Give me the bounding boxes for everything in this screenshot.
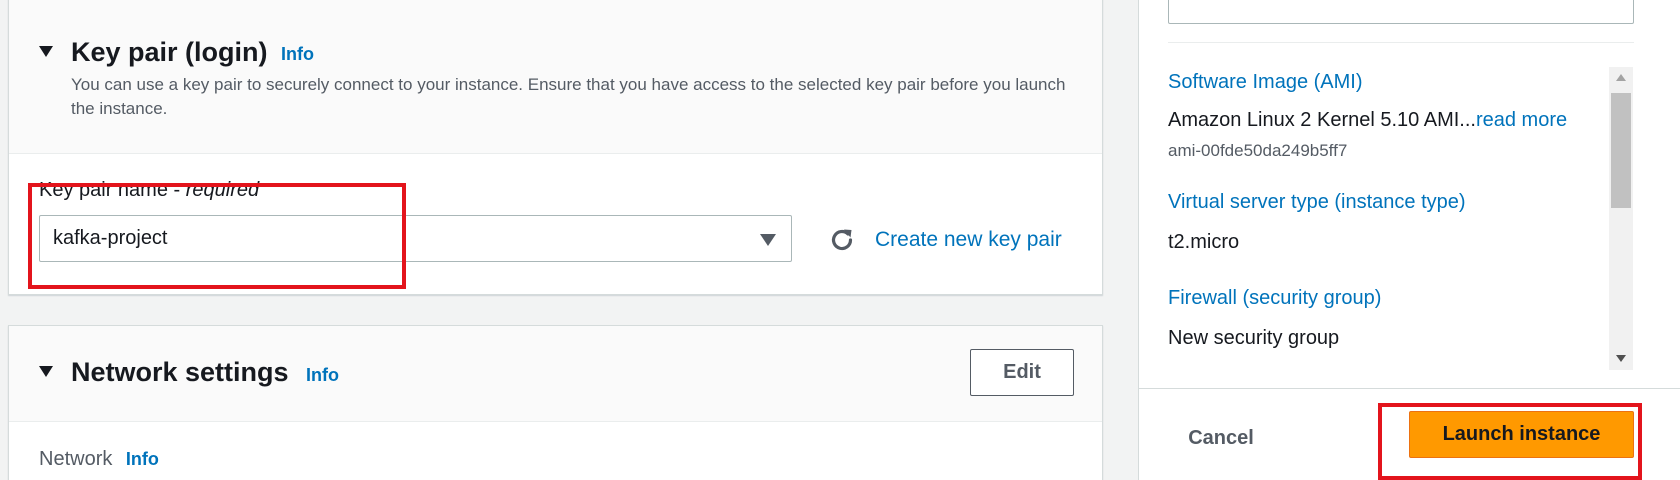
instance-type-value: t2.micro bbox=[1168, 231, 1240, 253]
network-settings-header: Network settings Info Edit bbox=[9, 326, 1102, 422]
key-pair-select[interactable]: kafka-project bbox=[39, 215, 792, 262]
key-pair-name-label-text: Key pair name - bbox=[39, 179, 186, 201]
number-of-instances-input[interactable] bbox=[1168, 0, 1634, 24]
scrollbar-thumb[interactable] bbox=[1611, 93, 1631, 208]
launch-instance-button[interactable]: Launch instance bbox=[1409, 411, 1634, 458]
network-settings-panel: Network settings Info Edit Network Info bbox=[8, 325, 1103, 480]
key-pair-select-value: kafka-project bbox=[53, 227, 168, 249]
summary-footer: Cancel Launch instance bbox=[1139, 388, 1680, 480]
ami-value: Amazon Linux 2 Kernel 5.10 AMI...read mo… bbox=[1168, 109, 1567, 132]
edit-button[interactable]: Edit bbox=[970, 349, 1074, 396]
summary-scrollbar[interactable] bbox=[1609, 67, 1633, 370]
ami-link[interactable]: Software Image (AMI) bbox=[1168, 71, 1363, 94]
network-field-info-link[interactable]: Info bbox=[126, 449, 159, 469]
network-label-text: Network bbox=[39, 448, 113, 470]
caret-down-icon[interactable] bbox=[39, 46, 53, 57]
create-key-pair-link[interactable]: Create new key pair bbox=[875, 228, 1062, 252]
summary-divider bbox=[1168, 42, 1634, 43]
key-pair-name-label: Key pair name - required bbox=[39, 179, 259, 202]
key-pair-header: Key pair (login) Info You can use a key … bbox=[9, 0, 1102, 154]
required-tag: required bbox=[185, 179, 260, 201]
key-pair-info-link[interactable]: Info bbox=[281, 44, 314, 65]
key-pair-title[interactable]: Key pair (login) bbox=[71, 37, 268, 68]
scroll-up-arrow-icon[interactable] bbox=[1616, 74, 1626, 81]
summary-panel: Software Image (AMI) Amazon Linux 2 Kern… bbox=[1138, 0, 1680, 480]
scroll-down-arrow-icon[interactable] bbox=[1616, 355, 1626, 362]
ami-value-text: Amazon Linux 2 Kernel 5.10 AMI... bbox=[1168, 109, 1476, 131]
network-settings-title[interactable]: Network settings bbox=[71, 357, 289, 388]
network-label: Network Info bbox=[39, 448, 159, 471]
firewall-link[interactable]: Firewall (security group) bbox=[1168, 287, 1381, 310]
read-more-link[interactable]: read more bbox=[1476, 109, 1567, 131]
instance-type-link[interactable]: Virtual server type (instance type) bbox=[1168, 191, 1466, 214]
dropdown-arrow-icon bbox=[760, 234, 776, 246]
key-pair-panel: Key pair (login) Info You can use a key … bbox=[8, 0, 1103, 295]
cancel-button[interactable]: Cancel bbox=[1175, 417, 1267, 459]
firewall-value: New security group bbox=[1168, 327, 1340, 349]
caret-down-icon[interactable] bbox=[39, 366, 53, 377]
network-info-link[interactable]: Info bbox=[306, 365, 339, 386]
key-pair-description: You can use a key pair to securely conne… bbox=[71, 75, 1066, 118]
ami-id: ami-00fde50da249b5ff7 bbox=[1168, 141, 1348, 160]
refresh-icon[interactable] bbox=[827, 225, 857, 255]
